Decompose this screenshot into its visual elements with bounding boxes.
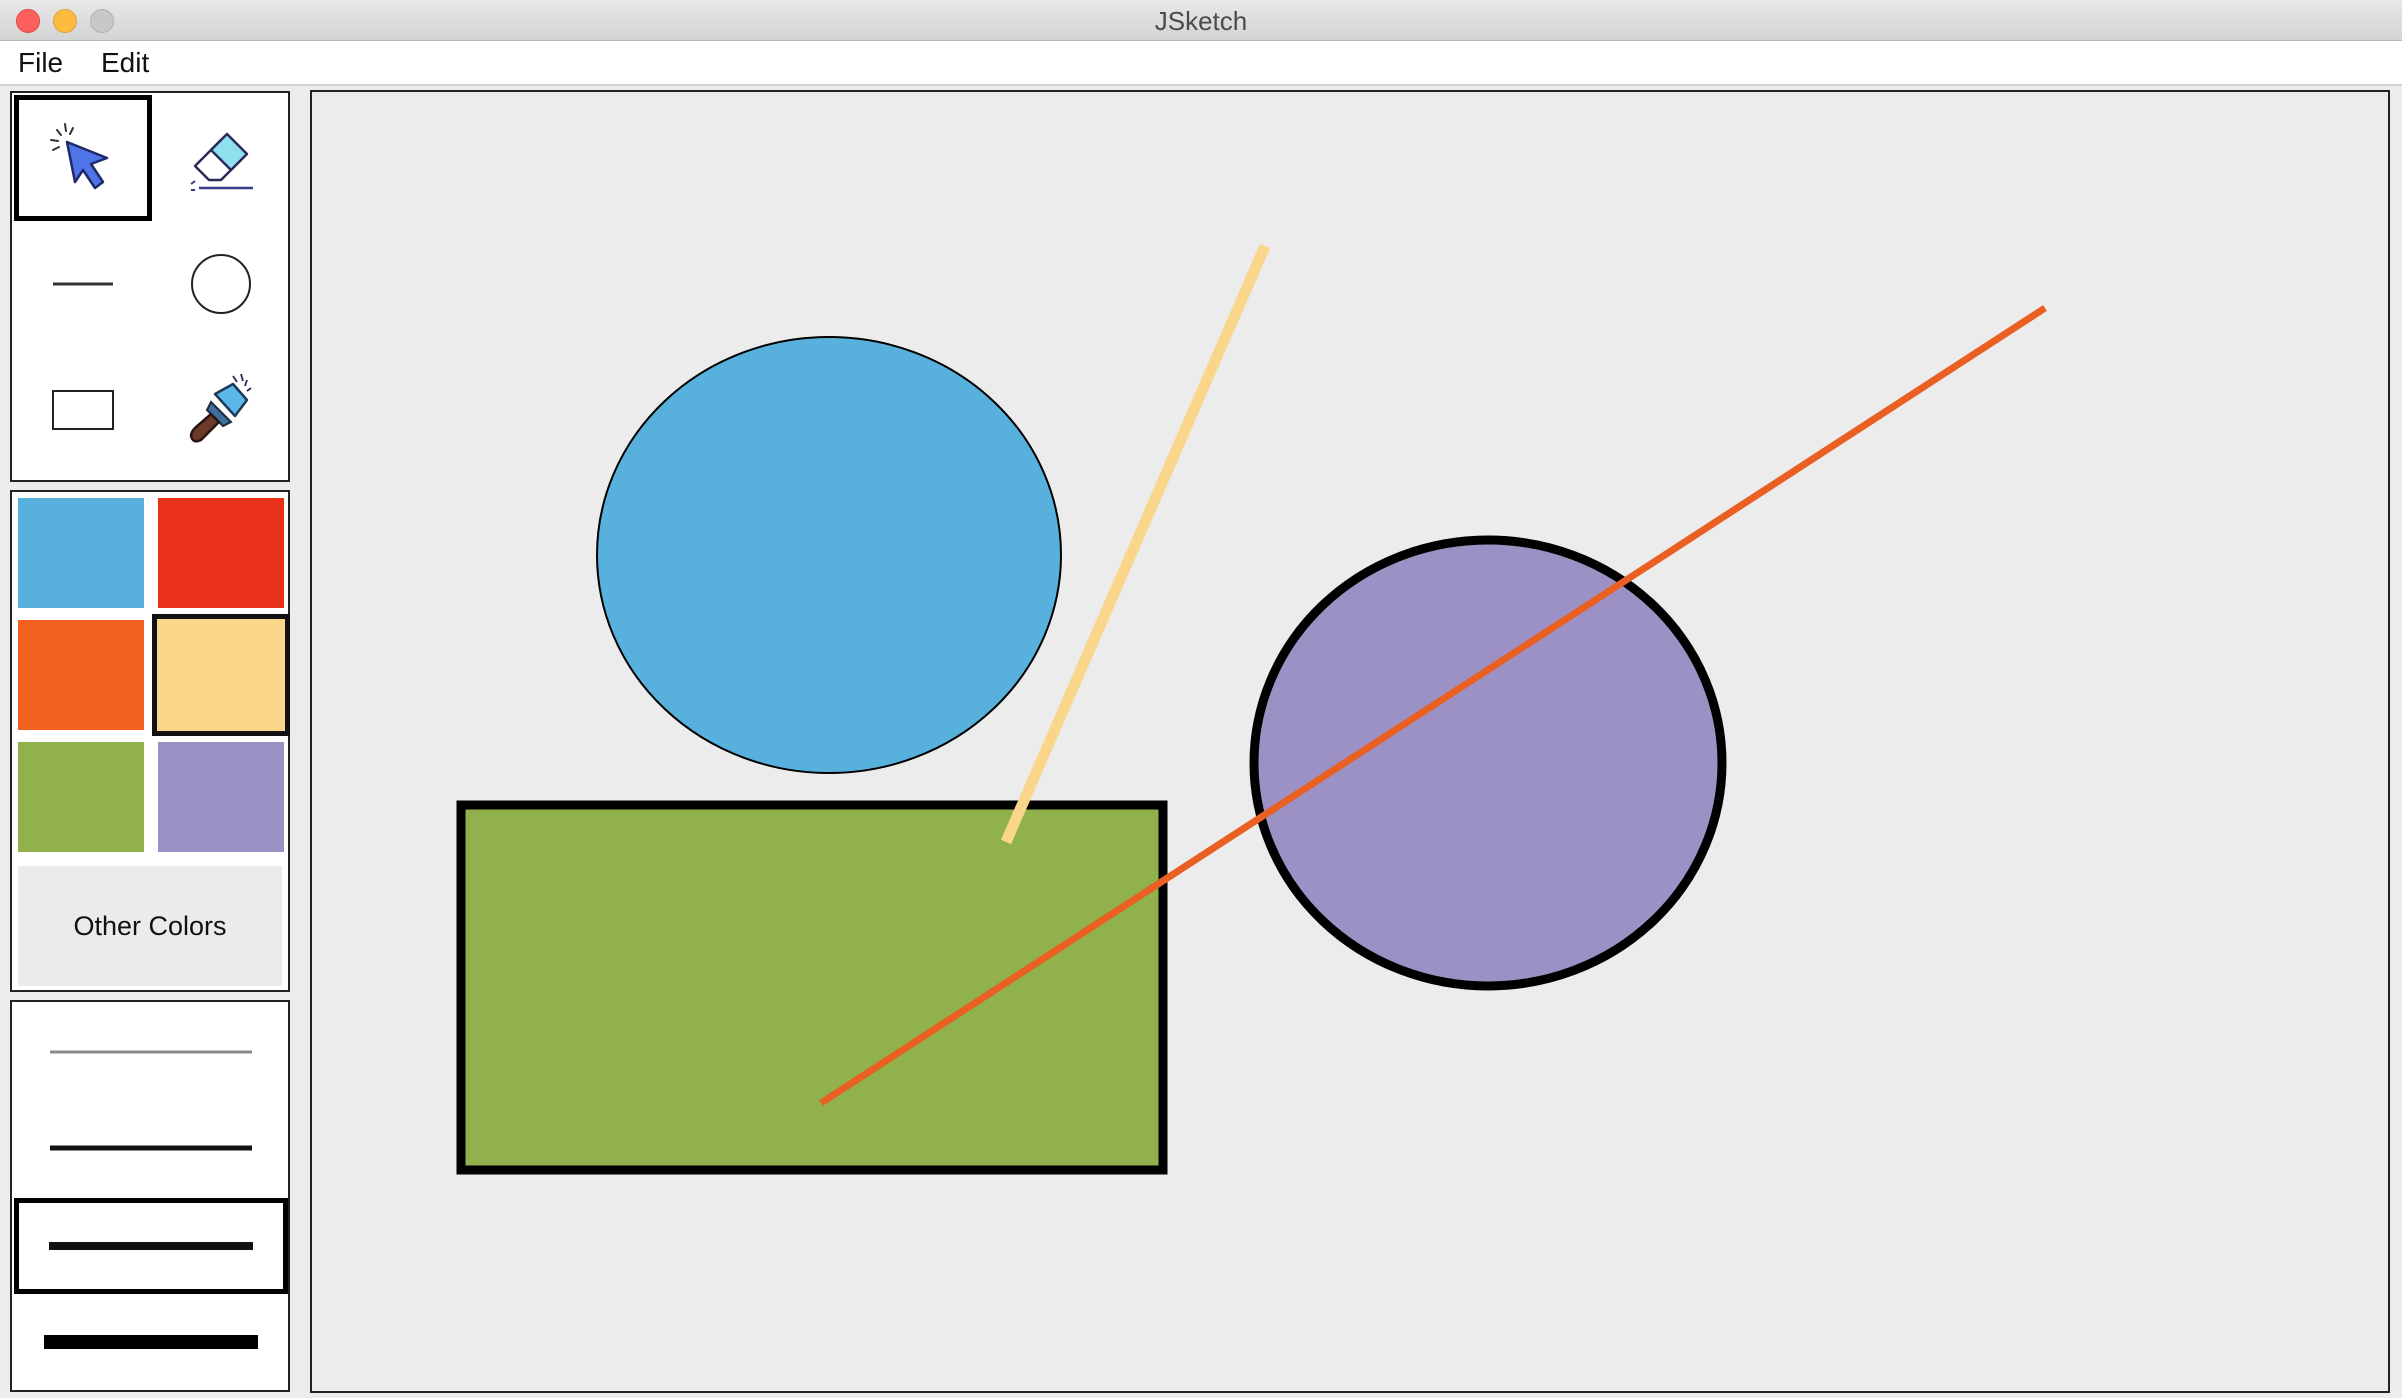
drawing-canvas[interactable] [310, 90, 2390, 1393]
line-width-sample [44, 1335, 258, 1349]
line-width-sample [50, 1145, 252, 1151]
title-bar: JSketch [0, 0, 2402, 41]
line-width-sample [49, 1242, 253, 1250]
line-width-palette [10, 1000, 290, 1392]
tool-palette [10, 91, 290, 482]
line-tool[interactable] [14, 221, 152, 347]
line-width-sample [50, 1050, 252, 1054]
canvas-shape-blue-ellipse[interactable] [596, 336, 1062, 774]
window-title: JSketch [1154, 6, 1248, 36]
color-swatch-orange[interactable] [18, 620, 144, 730]
other-colors-button[interactable]: Other Colors [18, 866, 282, 986]
eraser-icon [190, 132, 253, 191]
erase-tool[interactable] [152, 95, 290, 221]
menu-file[interactable]: File [18, 47, 63, 79]
paint-brush-icon [189, 373, 252, 443]
canvas-drawing [456, 243, 2047, 1175]
menu-edit[interactable]: Edit [101, 47, 149, 79]
color-swatch-green[interactable] [18, 742, 144, 852]
circle-tool[interactable] [152, 221, 290, 347]
cursor-arrow-icon [50, 123, 109, 190]
canvas-shape-green-rectangle[interactable] [456, 800, 1168, 1175]
rectangle-tool[interactable] [14, 347, 152, 473]
color-swatch-purple[interactable] [158, 742, 284, 852]
rectangle-icon [52, 390, 114, 430]
circle-icon [191, 254, 251, 314]
line-width-1[interactable] [14, 1004, 288, 1100]
line-width-2[interactable] [14, 1100, 288, 1196]
color-swatch-blue[interactable] [18, 498, 144, 608]
menu-bar: File Edit [0, 41, 2402, 86]
line-width-3[interactable] [14, 1198, 288, 1294]
canvas-shape-purple-ellipse[interactable] [1249, 535, 1727, 991]
color-swatch-red[interactable] [158, 498, 284, 608]
fill-tool[interactable] [152, 347, 290, 473]
color-palette: Other Colors [10, 490, 290, 992]
line-icon [53, 282, 113, 286]
line-width-4[interactable] [14, 1294, 288, 1390]
color-swatch-yellow[interactable] [152, 614, 290, 736]
select-tool[interactable] [14, 95, 152, 221]
